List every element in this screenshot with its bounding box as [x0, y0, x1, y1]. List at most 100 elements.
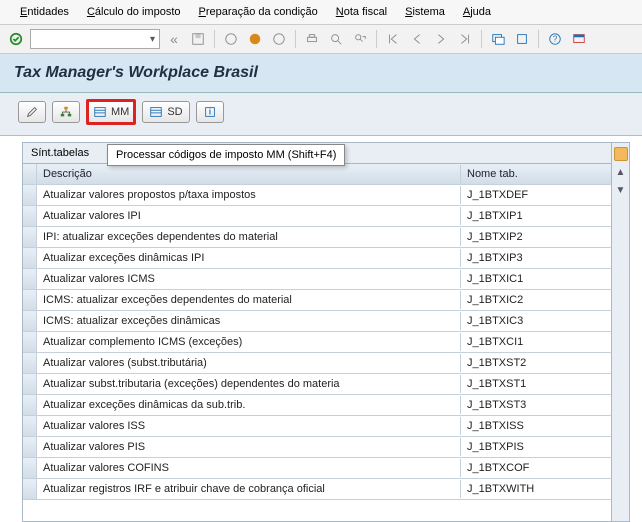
table-row[interactable]: Atualizar exceções dinâmicas da sub.trib…: [23, 395, 611, 416]
table-row[interactable]: ICMS: atualizar exceções dinâmicasJ_1BTX…: [23, 311, 611, 332]
cell-descricao: Atualizar exceções dinâmicas da sub.trib…: [37, 396, 461, 414]
first-page-icon[interactable]: [383, 29, 403, 49]
cell-descricao: ICMS: atualizar exceções dependentes do …: [37, 291, 461, 309]
mm-button[interactable]: MM: [86, 99, 136, 125]
find-next-icon[interactable]: [350, 29, 370, 49]
cell-descricao: ICMS: atualizar exceções dinâmicas: [37, 312, 461, 330]
grid-header: Descrição Nome tab.: [23, 164, 611, 185]
row-selector[interactable]: [23, 353, 37, 373]
row-selector-header[interactable]: [23, 164, 37, 184]
table-row[interactable]: ICMS: atualizar exceções dependentes do …: [23, 290, 611, 311]
next-page-icon[interactable]: [431, 29, 451, 49]
cell-nome: J_1BTXST3: [461, 396, 611, 414]
table-row[interactable]: Atualizar complemento ICMS (exceções)J_1…: [23, 332, 611, 353]
table-row[interactable]: Atualizar valores propostos p/taxa impos…: [23, 185, 611, 206]
row-selector[interactable]: [23, 458, 37, 478]
cell-nome: J_1BTXIP2: [461, 228, 611, 246]
row-selector[interactable]: [23, 227, 37, 247]
row-selector[interactable]: [23, 206, 37, 226]
help-icon[interactable]: ?: [545, 29, 565, 49]
page-title-area: Tax Manager's Workplace Brasil: [0, 54, 642, 93]
cell-descricao: Atualizar valores ISS: [37, 417, 461, 435]
cell-nome: J_1BTXIC3: [461, 312, 611, 330]
last-page-icon[interactable]: [455, 29, 475, 49]
cell-nome: J_1BTXIP1: [461, 207, 611, 225]
table-config-button[interactable]: [614, 147, 628, 161]
sd-label: SD: [167, 106, 182, 118]
row-selector[interactable]: [23, 248, 37, 268]
menu-entidades[interactable]: Entidades: [20, 6, 69, 18]
row-selector[interactable]: [23, 185, 37, 205]
table-row[interactable]: Atualizar valores ICMSJ_1BTXIC1: [23, 269, 611, 290]
row-selector[interactable]: [23, 290, 37, 310]
row-selector[interactable]: [23, 395, 37, 415]
table-row[interactable]: Atualizar valores COFINSJ_1BTXCOF: [23, 458, 611, 479]
hierarchy-button[interactable]: [52, 101, 80, 123]
scroll-down-icon[interactable]: ▼: [614, 183, 628, 197]
cell-descricao: Atualizar valores IPI: [37, 207, 461, 225]
session-gen-icon[interactable]: [512, 29, 532, 49]
edit-button[interactable]: [18, 101, 46, 123]
layout-icon[interactable]: [569, 29, 589, 49]
tooltip: Processar códigos de imposto MM (Shift+F…: [107, 144, 345, 166]
cell-descricao: Atualizar valores (subst.tributária): [37, 354, 461, 372]
session-new-icon[interactable]: [488, 29, 508, 49]
table-row[interactable]: Atualizar valores IPIJ_1BTXIP1: [23, 206, 611, 227]
table-row[interactable]: Atualizar valores PISJ_1BTXPIS: [23, 437, 611, 458]
row-selector[interactable]: [23, 416, 37, 436]
svg-text:?: ?: [553, 35, 558, 44]
row-selector[interactable]: [23, 437, 37, 457]
cell-descricao: Atualizar exceções dinâmicas IPI: [37, 249, 461, 267]
cell-descricao: Atualizar valores PIS: [37, 438, 461, 456]
cell-nome: J_1BTXIC2: [461, 291, 611, 309]
table-row[interactable]: Atualizar registros IRF e atribuir chave…: [23, 479, 611, 500]
table-row[interactable]: IPI: atualizar exceções dependentes do m…: [23, 227, 611, 248]
print-icon[interactable]: [302, 29, 322, 49]
command-combo[interactable]: [30, 29, 160, 49]
cell-descricao: Atualizar complemento ICMS (exceções): [37, 333, 461, 351]
col-header-nome[interactable]: Nome tab.: [461, 165, 611, 183]
row-selector[interactable]: [23, 374, 37, 394]
row-selector[interactable]: [23, 311, 37, 331]
cell-nome: J_1BTXPIS: [461, 438, 611, 456]
mm-label: MM: [111, 106, 129, 118]
row-selector[interactable]: [23, 332, 37, 352]
menu-sistema[interactable]: Sistema: [405, 6, 445, 18]
cell-descricao: Atualizar subst.tributaria (exceções) de…: [37, 375, 461, 393]
info-button[interactable]: i: [196, 101, 224, 123]
menu-calculo[interactable]: Cálculo do imposto: [87, 6, 181, 18]
save-icon[interactable]: [188, 29, 208, 49]
row-selector[interactable]: [23, 269, 37, 289]
cell-descricao: Atualizar valores ICMS: [37, 270, 461, 288]
table-row[interactable]: Atualizar subst.tributaria (exceções) de…: [23, 374, 611, 395]
nav-cancel-icon[interactable]: [269, 29, 289, 49]
sd-button[interactable]: SD: [142, 101, 189, 123]
find-icon[interactable]: [326, 29, 346, 49]
scroll-side: ▲ ▼: [611, 143, 629, 521]
cell-nome: J_1BTXCI1: [461, 333, 611, 351]
ok-icon[interactable]: [6, 29, 26, 49]
nav-back-icon[interactable]: [221, 29, 241, 49]
prev-page-icon[interactable]: [407, 29, 427, 49]
col-header-descricao[interactable]: Descrição: [37, 165, 461, 183]
menu-nota[interactable]: Nota fiscal: [336, 6, 387, 18]
cell-descricao: Atualizar valores COFINS: [37, 459, 461, 477]
menu-ajuda[interactable]: Ajuda: [463, 6, 491, 18]
cell-nome: J_1BTXST2: [461, 354, 611, 372]
menu-preparacao[interactable]: Preparação da condição: [199, 6, 318, 18]
cell-nome: J_1BTXWITH: [461, 480, 611, 498]
cell-nome: J_1BTXST1: [461, 375, 611, 393]
cell-nome: J_1BTXIC1: [461, 270, 611, 288]
table-row[interactable]: Atualizar valores (subst.tributária)J_1B…: [23, 353, 611, 374]
cell-descricao: IPI: atualizar exceções dependentes do m…: [37, 228, 461, 246]
scroll-up-icon[interactable]: ▲: [614, 165, 628, 179]
table-container: Sínt.tabelas Descrição Nome tab. Atualiz…: [22, 142, 630, 522]
menu-bar: Entidades Cálculo do imposto Preparação …: [0, 0, 642, 25]
back-icon[interactable]: «: [164, 29, 184, 49]
sub-toolbar: MM SD i: [0, 93, 642, 136]
row-selector[interactable]: [23, 479, 37, 499]
cell-nome: J_1BTXISS: [461, 417, 611, 435]
table-row[interactable]: Atualizar valores ISSJ_1BTXISS: [23, 416, 611, 437]
table-row[interactable]: Atualizar exceções dinâmicas IPIJ_1BTXIP…: [23, 248, 611, 269]
nav-exit-icon[interactable]: [245, 29, 265, 49]
